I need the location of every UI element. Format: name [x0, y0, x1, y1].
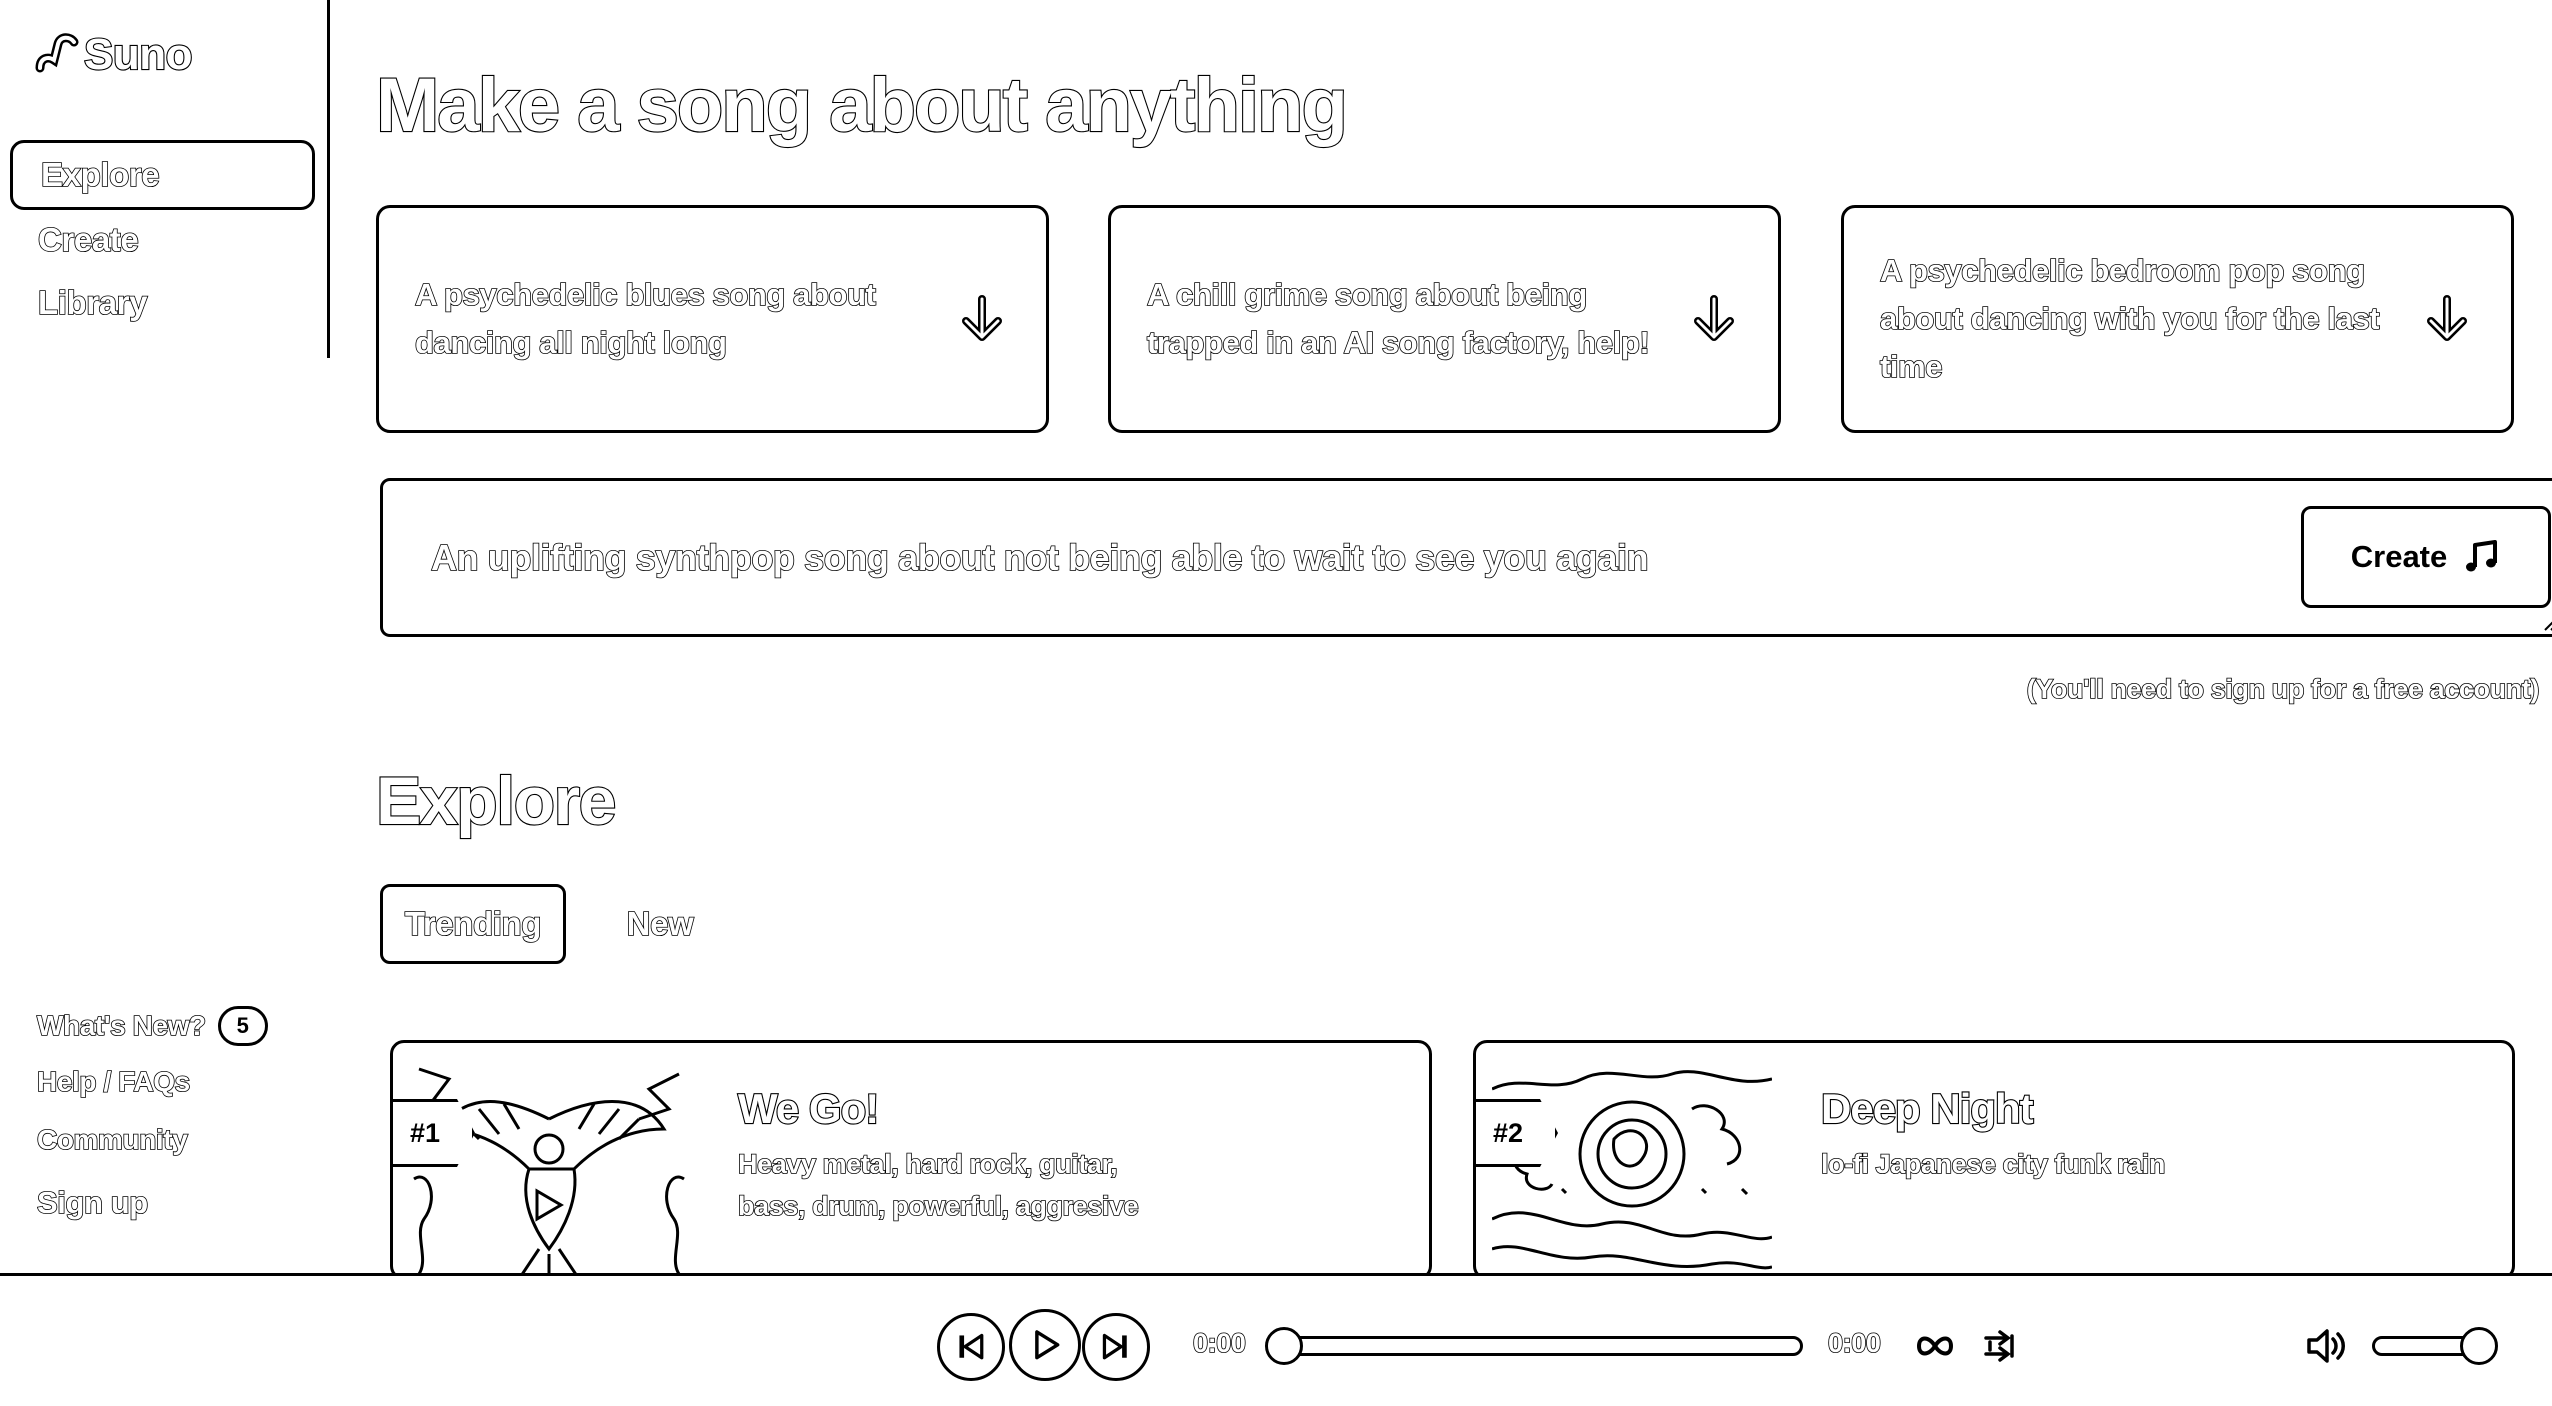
- app-name: Suno: [83, 29, 194, 80]
- song-prompt-box: An uplifting synthpop song about not bei…: [380, 478, 2552, 637]
- total-time: 0:00: [1827, 1327, 1881, 1359]
- song-title: We Go!: [737, 1084, 880, 1133]
- song-tags: Heavy metal, hard rock, guitar, bass, dr…: [737, 1148, 1139, 1222]
- sidebar-item-create[interactable]: Create: [10, 205, 315, 275]
- rank-badge: #2: [1476, 1099, 1558, 1167]
- explore-title: Explore: [375, 762, 618, 840]
- current-time: 0:00: [1192, 1327, 1246, 1359]
- create-button[interactable]: Create: [2301, 506, 2551, 608]
- progress-handle[interactable]: [1265, 1327, 1303, 1365]
- create-button-label: Create: [2350, 539, 2448, 574]
- next-track-button[interactable]: [1082, 1313, 1150, 1381]
- volume-icon[interactable]: [2305, 1326, 2349, 1366]
- skip-back-icon: [959, 1334, 984, 1360]
- sidebar-item-explore[interactable]: Explore: [10, 140, 315, 210]
- song-cover-image: [1492, 1059, 1772, 1277]
- arrow-down-icon: [962, 295, 1002, 341]
- song-tags: lo-fi Japanese city funk rain: [1820, 1148, 2166, 1180]
- song-cover-image: [409, 1059, 689, 1277]
- suggestion-text: A chill grime song about being trapped i…: [1146, 276, 1650, 361]
- phoenix-artwork: [409, 1059, 689, 1277]
- progress-bar[interactable]: [1283, 1336, 1803, 1356]
- whats-new-count-badge: 5: [217, 1006, 268, 1046]
- suno-logo-icon: [35, 33, 79, 73]
- play-button[interactable]: [1009, 1309, 1081, 1381]
- resize-grip-icon[interactable]: [2543, 616, 2552, 632]
- tab-new[interactable]: New: [600, 884, 720, 964]
- suggestion-card-3[interactable]: A psychedelic bedroom pop song about dan…: [1841, 205, 2514, 433]
- song-card[interactable]: #1 We Go! Heavy metal, hard rock, guitar…: [390, 1040, 1432, 1280]
- main-content: Make a song about anything A psychedelic…: [330, 0, 2552, 1280]
- volume-handle[interactable]: [2460, 1327, 2498, 1365]
- skip-forward-icon: [1103, 1334, 1128, 1360]
- arrow-down-icon: [2427, 295, 2467, 341]
- arrow-down-icon: [1694, 295, 1734, 341]
- whats-new-link[interactable]: What's New? 5: [36, 1006, 268, 1046]
- song-prompt-input[interactable]: An uplifting synthpop song about not bei…: [430, 481, 2231, 634]
- previous-track-button[interactable]: [937, 1313, 1005, 1381]
- player-bar: 0:00 0:00: [0, 1273, 2552, 1406]
- moon-night-artwork: [1492, 1059, 1772, 1277]
- play-icon: [1035, 1330, 1060, 1360]
- signup-note: (You'll need to sign up for a free accou…: [2026, 673, 2540, 705]
- page-title: Make a song about anything: [375, 62, 1349, 149]
- suggestion-card-2[interactable]: A chill grime song about being trapped i…: [1108, 205, 1781, 433]
- sidebar-item-library[interactable]: Library: [10, 268, 315, 338]
- community-link[interactable]: Community: [36, 1123, 188, 1156]
- tab-trending[interactable]: Trending: [380, 884, 566, 964]
- loop-icon[interactable]: [1915, 1328, 1955, 1364]
- whats-new-label: What's New?: [36, 1009, 207, 1042]
- suggestion-text: A psychedelic bedroom pop song about dan…: [1879, 252, 2380, 385]
- help-faqs-link[interactable]: Help / FAQs: [36, 1065, 191, 1098]
- shuffle-icon[interactable]: [1982, 1328, 2018, 1364]
- app-logo[interactable]: Suno: [34, 29, 194, 80]
- suggestion-card-1[interactable]: A psychedelic blues song about dancing a…: [376, 205, 1049, 433]
- music-note-icon: [2466, 540, 2498, 572]
- sign-up-link[interactable]: Sign up: [36, 1184, 149, 1221]
- sidebar: Suno Explore Create Library What's New? …: [0, 0, 330, 1273]
- song-title: Deep Night: [1820, 1084, 2035, 1133]
- rank-badge: #1: [393, 1099, 475, 1167]
- song-card[interactable]: #2 Deep Night lo-fi Japanese city funk r…: [1473, 1040, 2515, 1280]
- suggestion-text: A psychedelic blues song about dancing a…: [414, 276, 877, 361]
